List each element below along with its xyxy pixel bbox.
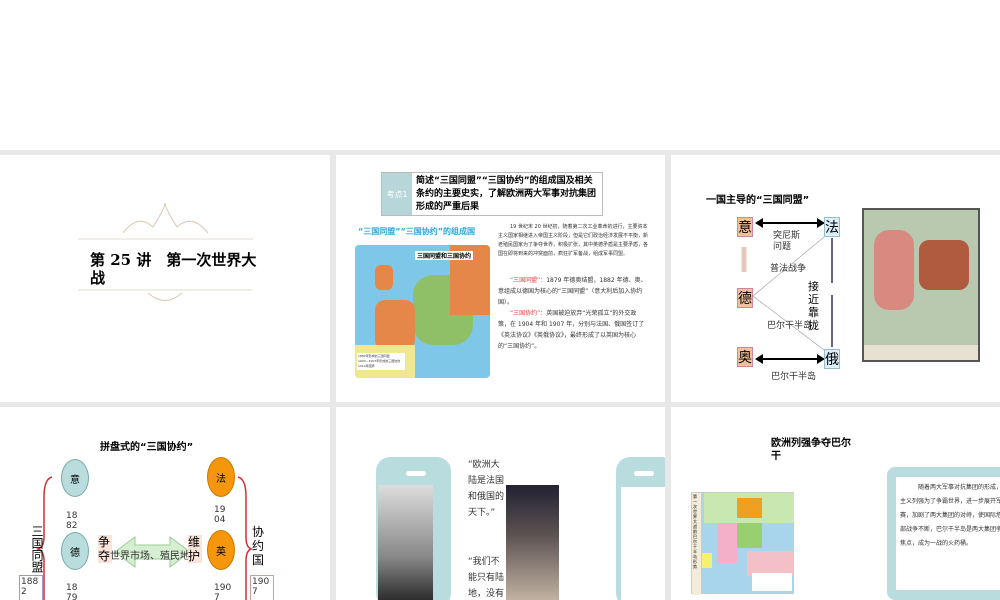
- country-austria: 奥: [737, 347, 753, 367]
- map-caption: “三国同盟”“三国协约”的组成国: [358, 227, 476, 236]
- intro-paragraph: 19 世纪末 20 世纪初，随着第二次工业革命的进行，主要资本主义国家相继进入帝…: [498, 224, 649, 257]
- slide-title: 第 25 讲 第一次世界大战: [90, 251, 257, 287]
- slide-thumbnail-4[interactable]: 拼盘式的“三国协约” 意 德 法 英 1882 1879 1904 1907 1…: [0, 407, 330, 600]
- slide-thumbnail-5[interactable]: “欧洲大陆是法国和俄国的天下。” “我们不能只有陆地，没有海: [336, 407, 665, 600]
- kaodian-heading: 简述“三国同盟”“三国协约”的组成国及相关条约的主要史实，了解欧洲两大军事对抗集…: [416, 176, 597, 212]
- quote-2: “我们不能只有陆地，没有海: [468, 557, 505, 599]
- country-germany: 德: [737, 288, 753, 308]
- label-balkan-2: 巴尔干半岛: [771, 372, 817, 382]
- label-balkan-1: 巴尔干半岛: [767, 321, 813, 331]
- label-franco-prussian-war: 普法战争: [770, 264, 807, 274]
- slide-thumbnail-2[interactable]: 考点1 简述“三国同盟”“三国协约”的组成国及相关条约的主要史实，了解欧洲两大军…: [336, 155, 665, 402]
- phone-frame-2: [616, 457, 665, 600]
- country-france: 法: [824, 217, 840, 237]
- map-title: 三国同盟和三国协约: [415, 251, 474, 260]
- top-blank-area: [0, 0, 1000, 150]
- card-text-content: 随着两大军事对抗集团的形成，帝国主义列强为了争霸世界，进一步展开军备竞赛，加剧了…: [900, 484, 1000, 547]
- maintain-label: 维护: [188, 535, 202, 563]
- label: “三国同盟”：: [510, 277, 547, 284]
- map-title: 第一次世界大战前巴尔干半岛形势: [692, 493, 701, 595]
- kaodian-header: 考点1 简述“三国同盟”“三国协约”的组成国及相关条约的主要史实，了解欧洲两大军…: [381, 172, 603, 216]
- satirical-map-image: [862, 208, 980, 362]
- card-text: 随着两大军事对抗集团的形成，帝国主义列强为了争霸世界，进一步展开军备竞赛，加剧了…: [896, 477, 1000, 590]
- kaodian-badge: 考点1: [382, 173, 412, 215]
- label-approach: 接近靠拢: [808, 280, 819, 332]
- triple-alliance-label: 三国同盟: [30, 525, 44, 573]
- slide-heading: 欧洲列强争夺巴尔干: [771, 438, 851, 462]
- year-box-1907: 1907: [250, 575, 274, 600]
- country-italy: 意: [737, 217, 753, 237]
- legend-item: 1914年国界: [358, 364, 375, 368]
- entente-label: 协约国: [252, 525, 265, 567]
- text-card: 随着两大军事对抗集团的形成，帝国主义列强为了争霸世界，进一步展开军备竞赛，加剧了…: [887, 467, 1000, 600]
- bismarck-portrait: [378, 485, 433, 600]
- arrow-label: 世界市场、殖民地: [110, 551, 190, 562]
- label: “三国协约”：: [510, 310, 547, 317]
- country-russia: 俄: [824, 349, 840, 369]
- year-1904: 1904: [214, 505, 226, 525]
- braces-and-arrow: [35, 476, 254, 600]
- wilhelm-portrait: [506, 485, 559, 600]
- triple-entente-paragraph: “三国协约”：英国被迫放弃“光荣孤立”的外交政策，在 1904 年和 1907 …: [498, 308, 648, 352]
- slide-sorter-grid: 第 25 讲 第一次世界大战 考点1 简述“三国同盟”“三国协约”的组成国及相关…: [0, 150, 1000, 600]
- year-1907: 1907: [214, 583, 232, 600]
- year-box-1882: 1882: [19, 575, 43, 600]
- slide-thumbnail-1[interactable]: 第 25 讲 第一次世界大战: [0, 155, 330, 402]
- slide-thumbnail-3[interactable]: 一国主导的“三国同盟” 意 法 德 奥 俄 突尼斯问题 普法战争 巴尔干半岛 接…: [671, 155, 1000, 402]
- quote-1: “欧洲大陆是法国和俄国的天下。”: [468, 460, 505, 518]
- slide-thumbnail-6[interactable]: 欧洲列强争夺巴尔干 第一次世界大战前巴尔干半岛形势 随着两大军事对抗集团的形成，…: [671, 407, 1000, 600]
- triple-alliance-paragraph: “三国同盟”：1879 年德奥结盟，1882 年德、奥、意组成以德国为核心的“三…: [498, 275, 648, 308]
- year-1882: 1882: [66, 511, 78, 531]
- alliance-map: 三国同盟和三国协约 1882年形成的三国同盟 1904—1907年形成的三国协约…: [355, 245, 490, 378]
- label-tunisia: 突尼斯问题: [773, 231, 801, 252]
- year-1879: 1879: [66, 583, 78, 600]
- balkan-map: 第一次世界大战前巴尔干半岛形势: [691, 492, 794, 595]
